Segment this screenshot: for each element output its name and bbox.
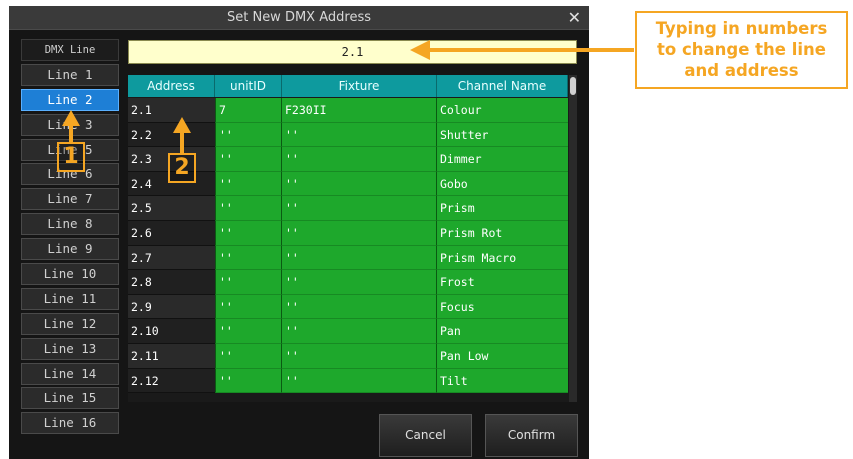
arrow-to-address-input — [410, 40, 634, 60]
arrow-to-address-cell — [173, 117, 191, 153]
arrow-to-line-2 — [62, 110, 80, 142]
annotation-arrows — [62, 40, 634, 153]
